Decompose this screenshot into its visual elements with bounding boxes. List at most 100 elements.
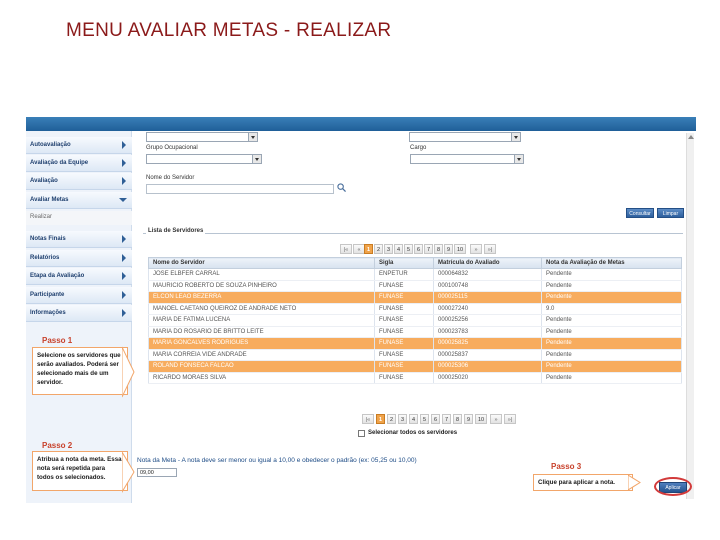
chevron-down-icon — [511, 133, 520, 141]
cell-nome: MAURICIO ROBERTO DE SOUZA PINHEIRO — [148, 280, 375, 292]
column-header-sigla[interactable]: Sigla — [374, 257, 434, 269]
pager-page-8[interactable]: 8 — [434, 244, 443, 254]
sidebar-item-label: Avaliação da Equipe — [30, 160, 89, 166]
sidebar-item-label: Notas Finais — [30, 236, 66, 242]
sidebar-item-notas-finais[interactable]: Notas Finais — [26, 231, 132, 248]
cell-nota: Pendente — [541, 314, 682, 327]
sidebar-subitem-realizar[interactable]: Realizar — [26, 211, 132, 225]
pager-page-9[interactable]: 9 — [444, 244, 453, 254]
pager-page-2[interactable]: 2 — [374, 244, 383, 254]
callout-arrow-icon — [122, 451, 135, 493]
table-row[interactable]: MARIA GONCALVES RODRIGUES FUNASE 000025825… — [148, 337, 682, 350]
chevron-down-icon — [252, 155, 261, 163]
chevron-right-icon — [122, 235, 126, 243]
chevron-right-icon — [122, 254, 126, 262]
column-header-matricula[interactable]: Matrícula do Avaliado — [433, 257, 542, 269]
step3-callout: Clique para aplicar a nota. — [533, 474, 633, 491]
cargo-label: Cargo — [410, 145, 427, 151]
chevron-down-icon — [248, 133, 257, 141]
table-row[interactable]: MARIA DO ROSARIO DE BRITTO LEITE FUNASE 00… — [148, 326, 682, 338]
step3-title: Passo 3 — [551, 462, 582, 471]
pager-page-8[interactable]: 8 — [453, 414, 462, 424]
pager-page-6[interactable]: 6 — [431, 414, 440, 424]
table-row[interactable]: ROLAND FONSECA FALCAO FUNASE 000025306 Pend… — [148, 360, 682, 373]
pager-page-7[interactable]: 7 — [442, 414, 451, 424]
sidebar: Autoavaliação Avaliação da Equipe Avalia… — [26, 131, 135, 503]
cell-nota: Pendente — [541, 349, 682, 361]
search-icon[interactable] — [337, 183, 346, 192]
sidebar-item-label: Relatórios — [30, 255, 60, 261]
sidebar-item-label: Avaliação — [30, 178, 58, 184]
pager-page-6[interactable]: 6 — [414, 244, 423, 254]
limpar-button[interactable]: Limpar — [657, 208, 684, 218]
pager-top: |« « 1 2 3 4 5 6 7 8 9 10 » »| — [340, 244, 496, 255]
callout-arrow-icon — [122, 346, 135, 398]
column-header-nome[interactable]: Nome do Servidor — [148, 257, 375, 269]
sidebar-item-autoavaliacao[interactable]: Autoavaliação — [26, 137, 132, 154]
nome-servidor-input[interactable] — [146, 184, 334, 194]
sidebar-item-label: Participante — [30, 292, 65, 298]
pager-page-5[interactable]: 5 — [420, 414, 429, 424]
pager-next-button[interactable]: » — [470, 244, 482, 254]
pager-last-button[interactable]: »| — [504, 414, 516, 424]
table-row[interactable]: MARIA CORREIA VIDE ANDRADE FUNASE 00002583… — [148, 349, 682, 361]
chevron-right-icon — [122, 291, 126, 299]
pager-page-10[interactable]: 10 — [454, 244, 466, 254]
pager-page-3[interactable]: 3 — [398, 414, 407, 424]
sidebar-item-avaliacao[interactable]: Avaliação — [26, 173, 132, 190]
pager-page-4[interactable]: 4 — [394, 244, 403, 254]
arrow-up-icon — [688, 135, 694, 139]
table-row[interactable]: RICARDO MORAES SILVA FUNASE 000025020 Pende… — [148, 372, 682, 384]
table-row[interactable]: MANOEL CAETANO QUEIROZ DE ANDRADE NETO FU… — [148, 303, 682, 315]
sidebar-item-participante[interactable]: Participante — [26, 287, 132, 304]
cell-nota: Pendente — [541, 337, 682, 350]
cell-nome: MARIA DO ROSARIO DE BRITTO LEITE — [148, 326, 375, 338]
pager-first-button[interactable]: |« — [340, 244, 352, 254]
cell-nome: JOSE ELBFER CARRAL — [148, 268, 375, 281]
pager-page-3[interactable]: 3 — [384, 244, 393, 254]
pager-last-button[interactable]: »| — [484, 244, 496, 254]
sidebar-item-avaliar-metas[interactable]: Avaliar Metas — [26, 192, 132, 209]
pager-page-1[interactable]: 1 — [376, 414, 385, 424]
pager-page-5[interactable]: 5 — [404, 244, 413, 254]
nota-meta-input[interactable]: 09,00 — [137, 468, 177, 477]
table-row[interactable]: JOSE ELBFER CARRAL ENPETUR 000064832 Penden… — [148, 268, 682, 281]
cell-sigla: FUNASE — [374, 372, 434, 384]
scrollbar[interactable] — [686, 133, 694, 499]
table-row[interactable]: MARIA DE FATIMA LUCENA FUNASE 000025256 Pen… — [148, 314, 682, 327]
top-left-select[interactable] — [146, 132, 258, 142]
top-right-select[interactable] — [409, 132, 521, 142]
pager-first-button[interactable]: |« — [362, 414, 374, 424]
cell-sigla: FUNASE — [374, 314, 434, 327]
grupo-label: Grupo Ocupacional — [146, 145, 198, 151]
sidebar-item-relatorios[interactable]: Relatórios — [26, 250, 132, 267]
step2-title: Passo 2 — [42, 441, 73, 450]
sidebar-item-etapa-avaliacao[interactable]: Etapa da Avaliação — [26, 268, 132, 285]
select-all-checkbox[interactable] — [358, 430, 365, 437]
cell-nome: RICARDO MORAES SILVA — [148, 372, 375, 384]
step1-title: Passo 1 — [42, 336, 73, 345]
pager-page-1[interactable]: 1 — [364, 244, 373, 254]
table-row[interactable]: ELCON LEAO BEZERRA FUNASE 000025115 Pendent… — [148, 291, 682, 304]
pager-page-9[interactable]: 9 — [464, 414, 473, 424]
consultar-button[interactable]: Consultar — [626, 208, 654, 218]
pager-bottom: |« 1 2 3 4 5 6 7 8 9 10 » »| — [362, 414, 516, 425]
pager-page-4[interactable]: 4 — [409, 414, 418, 424]
pager-next-button[interactable]: » — [490, 414, 502, 424]
pager-page-2[interactable]: 2 — [387, 414, 396, 424]
cell-sigla: FUNASE — [374, 291, 434, 304]
cell-nota: Pendente — [541, 372, 682, 384]
pager-page-10[interactable]: 10 — [475, 414, 487, 424]
cargo-select[interactable] — [410, 154, 524, 164]
sidebar-item-informacoes[interactable]: Informações — [26, 305, 132, 322]
cell-matricula: 000025837 — [433, 349, 542, 361]
sidebar-item-avaliacao-equipe[interactable]: Avaliação da Equipe — [26, 155, 132, 172]
cell-sigla: FUNASE — [374, 349, 434, 361]
cell-nome: MARIA DE FATIMA LUCENA — [148, 314, 375, 327]
pager-page-7[interactable]: 7 — [424, 244, 433, 254]
grupo-ocupacional-select[interactable] — [146, 154, 262, 164]
cell-nota: 9.0 — [541, 303, 682, 315]
column-header-nota[interactable]: Nota da Avaliação de Metas — [541, 257, 682, 269]
cell-matricula: 000025256 — [433, 314, 542, 327]
table-row[interactable]: MAURICIO ROBERTO DE SOUZA PINHEIRO FUNASE… — [148, 280, 682, 292]
